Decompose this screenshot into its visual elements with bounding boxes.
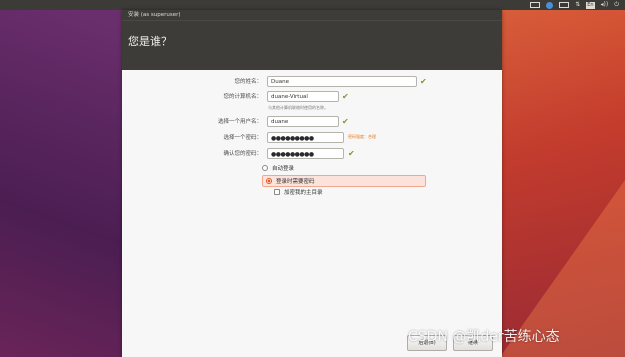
require-password-label: 登录时需要密码 [276, 179, 315, 185]
user-form: 您的姓名： Duane ✔ 您的计算机名： duane-Virtual ✔ 与其… [122, 70, 502, 357]
bluetooth-icon[interactable] [546, 1, 554, 9]
keyboard-icon[interactable] [530, 2, 541, 8]
computer-name-field[interactable]: duane-Virtual [267, 90, 339, 102]
username-check-icon: ✔ [342, 116, 349, 126]
installer-window: 安装 (as superuser) 您是谁？ 您的姓名： Duane ✔ 您的计… [122, 10, 502, 357]
auto-login-label: 自动登录 [272, 166, 295, 172]
volume-icon[interactable]: ◂)) [601, 0, 609, 10]
password-strength: 密码强度：合理 [348, 134, 376, 139]
auto-login-radio[interactable] [262, 165, 268, 171]
require-password-radio[interactable] [266, 178, 272, 184]
password-field[interactable]: ●●●●●●●●● [267, 131, 344, 143]
battery-icon[interactable] [559, 2, 570, 8]
encrypt-home-option[interactable]: 加密我的主目录 [274, 187, 323, 197]
auto-login-option[interactable]: 自动登录 [262, 163, 294, 173]
desktop-wallpaper-left [0, 10, 122, 357]
confirm-password-field[interactable]: ●●●●●●●●● [267, 147, 344, 159]
require-password-option[interactable]: 登录时需要密码 [262, 175, 426, 187]
network-icon[interactable]: ⇅ [575, 0, 580, 10]
encrypt-home-checkbox[interactable] [274, 189, 280, 195]
computer-name-hint: 与其他计算机联络时使用的名称。 [268, 105, 328, 110]
window-title: 安装 (as superuser) [122, 10, 502, 20]
name-label: 您的姓名： [234, 79, 262, 85]
power-icon[interactable]: ⏻ [614, 0, 619, 10]
page-title: 您是谁？ [122, 20, 502, 71]
computer-check-icon: ✔ [342, 91, 349, 101]
confirm-check-icon: ✔ [348, 148, 355, 158]
input-method-indicator[interactable]: En [586, 1, 595, 9]
password-label: 选择一个密码： [223, 135, 262, 141]
name-field[interactable]: Duane [267, 75, 417, 87]
username-label: 选择一个用户名： [217, 119, 262, 125]
computer-label: 您的计算机名： [223, 94, 262, 100]
top-panel: ⇅ En ◂)) ⏻ [0, 0, 625, 10]
encrypt-home-label: 加密我的主目录 [284, 190, 323, 196]
name-check-icon: ✔ [420, 76, 427, 86]
username-field[interactable]: duane [267, 115, 339, 127]
confirm-password-label: 确认您的密码： [223, 151, 262, 157]
watermark: CSDN @凯der苦练心态 [408, 329, 560, 345]
